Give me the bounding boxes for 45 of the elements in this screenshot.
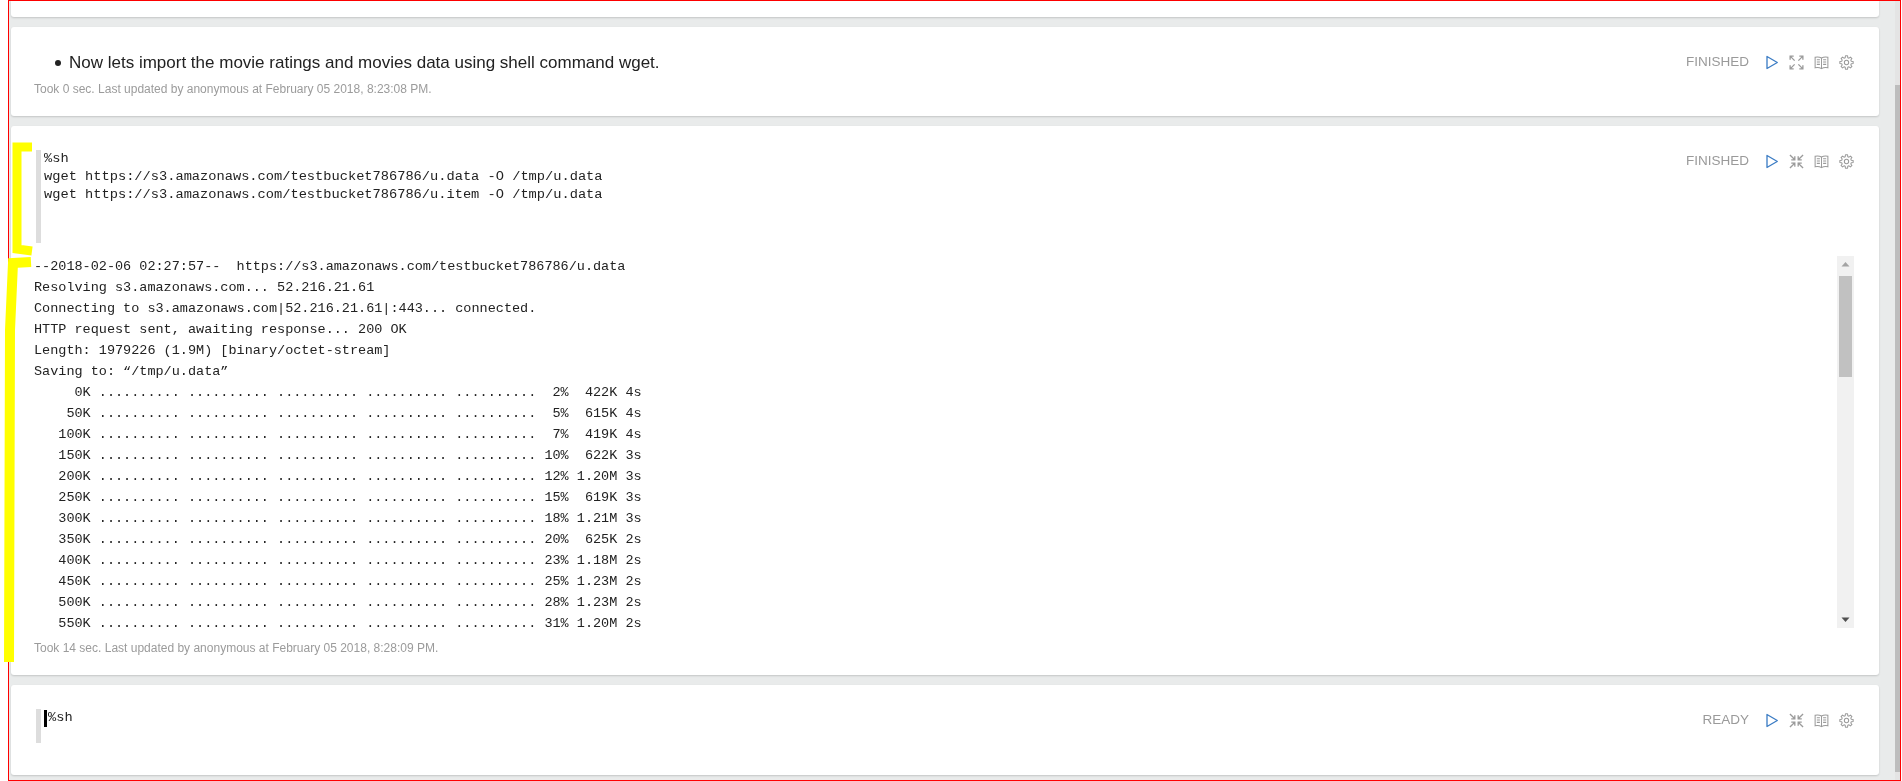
code-editor[interactable]: %sh wget https://s3.amazonaws.com/testbucket786786/u.data -O /tmp/u.data wget https://s3.amazonaws.com/testbucket786786/u.item -O /tmp/u.data: [36, 150, 1686, 243]
play-icon[interactable]: [1764, 54, 1779, 70]
output-line: Connecting to s3.amazonaws.com|52.216.21.61|:443... connected.: [34, 300, 538, 318]
scrollbar-thumb[interactable]: [1839, 276, 1852, 377]
code-line: %sh: [48, 709, 73, 727]
output-line: Length: 1979226 (1.9M) [binary/octet-stream]: [34, 342, 392, 360]
output-line: 300K .......... .......... .......... .......... .......... 18% 1.21M 3s: [57, 510, 643, 528]
settings-icon[interactable]: [1839, 153, 1854, 169]
bullet-icon: [55, 60, 61, 66]
status-label: FINISHED: [1686, 53, 1749, 71]
output-line: 400K .......... .......... .......... .......... .......... 23% 1.18M 2s: [57, 552, 643, 570]
status-label: READY: [1702, 711, 1749, 729]
settings-icon[interactable]: [1839, 54, 1854, 70]
scrollbar[interactable]: [1837, 256, 1854, 628]
book-icon[interactable]: [1814, 153, 1829, 169]
book-icon[interactable]: [1814, 54, 1829, 70]
output-line: 350K .......... .......... .......... .......... .......... 20% 625K 2s: [57, 531, 643, 549]
code-line: wget https://s3.amazonaws.com/testbucket786786/u.data -O /tmp/u.data: [44, 168, 603, 186]
status-label: FINISHED: [1686, 152, 1749, 170]
output-line: HTTP request sent, awaiting response... 200 OK: [34, 321, 408, 339]
run-info-text: Took 14 sec. Last updated by anonymous at February 05 2018, 8:28:09 PM.: [34, 640, 440, 656]
settings-icon[interactable]: [1839, 712, 1854, 728]
output-line: --2018-02-06 02:27:57-- https://s3.amazonaws.com/testbucket786786/u.data: [34, 258, 627, 276]
book-icon[interactable]: [1814, 712, 1829, 728]
output-line: Saving to: “/tmp/u.data”: [34, 363, 230, 381]
output-line: 500K .......... .......... .......... .......... .......... 28% 1.23M 2s: [57, 594, 643, 612]
output-line: 100K .......... .......... .......... .......... .......... 7% 419K 4s: [57, 426, 643, 444]
output-line: 200K .......... .......... .......... .......... .......... 12% 1.20M 3s: [57, 468, 643, 486]
output-line: 50K .......... .......... .......... .......... .......... 5% 615K 4s: [65, 405, 643, 423]
code-line: %sh: [44, 150, 69, 168]
collapse-icon[interactable]: [1789, 153, 1804, 169]
collapse-icon[interactable]: [1789, 712, 1804, 728]
expand-icon[interactable]: [1789, 54, 1804, 70]
output-line: 0K .......... .......... .......... .......... .......... 2% 422K 4s: [73, 384, 643, 402]
output-line: 250K .......... .......... .......... .......... .......... 15% 619K 3s: [57, 489, 643, 507]
play-icon[interactable]: [1764, 153, 1779, 169]
code-editor[interactable]: %sh: [36, 709, 1703, 743]
run-info-text: Took 0 sec. Last updated by anonymous at February 05 2018, 8:23:08 PM.: [34, 81, 433, 97]
play-icon[interactable]: [1764, 712, 1779, 728]
output-line: 550K .......... .......... .......... .......... .......... 31% 1.20M 2s: [57, 615, 643, 633]
code-line: wget https://s3.amazonaws.com/testbucket786786/u.item -O /tmp/u.data: [44, 186, 603, 204]
output-line: Resolving s3.amazonaws.com... 52.216.21.61: [34, 279, 376, 297]
markdown-text: Now lets import the movie ratings and movies data using shell command wget.: [69, 52, 660, 74]
output-line: 150K .......... .......... .......... .......... .......... 10% 622K 3s: [57, 447, 643, 465]
output-line: 450K .......... .......... .......... .......... .......... 25% 1.23M 2s: [57, 573, 643, 591]
